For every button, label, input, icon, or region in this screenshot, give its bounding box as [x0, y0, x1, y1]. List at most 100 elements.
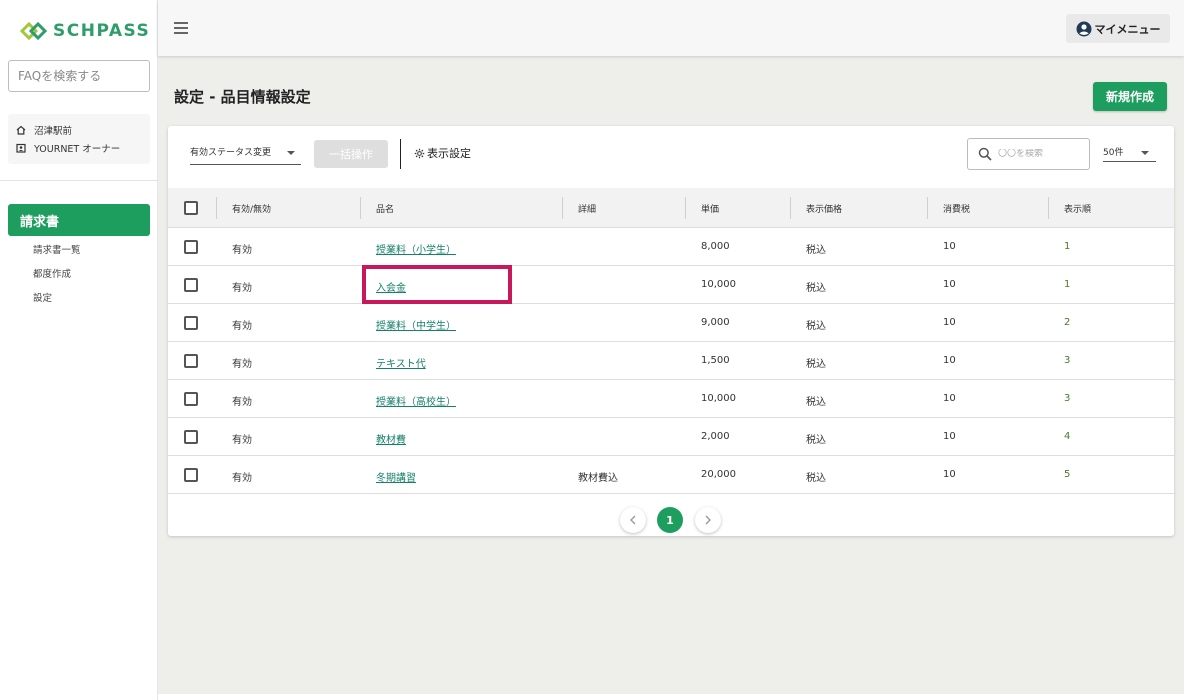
sidebar-item-invoice-list[interactable]: 請求書一覧: [33, 245, 81, 269]
display-setting-button[interactable]: 表示設定: [414, 145, 471, 161]
header-name: 品名: [376, 205, 395, 215]
cell-display-price: 税込: [806, 397, 826, 408]
cell-order: 1: [1064, 241, 1071, 252]
prev-page-button[interactable]: [620, 507, 646, 533]
sidebar: SCHPASS 沼津駅前 YOURNET オーナー 請求書 請求書一覧 都度作成…: [0, 0, 158, 700]
cell-name-link[interactable]: 教材費: [376, 431, 406, 446]
select-all-checkbox[interactable]: [184, 201, 198, 215]
table-row: 有効 授業料（中学生） 9,000 税込 10 2: [168, 304, 1174, 342]
cell-status: 有効: [232, 321, 252, 332]
row-checkbox[interactable]: [184, 278, 198, 292]
items-table: 有効/無効 品名 詳細 単価 表示価格 消費税 表示順 有効 授業料（小学生） …: [168, 188, 1174, 494]
organization-info: 沼津駅前 YOURNET オーナー: [8, 114, 150, 164]
cell-status: 有効: [232, 397, 252, 408]
cell-tax: 10: [943, 241, 956, 252]
sidebar-item-settings[interactable]: 設定: [33, 293, 81, 317]
row-checkbox[interactable]: [184, 240, 198, 254]
cell-price: 10,000: [701, 279, 736, 290]
page-size-select[interactable]: 50件: [1103, 144, 1156, 162]
column-separator: [216, 197, 217, 219]
org-school-label: 沼津駅前: [34, 126, 73, 137]
cell-display-price: 税込: [806, 321, 826, 332]
cell-price: 1,500: [701, 355, 730, 366]
header-detail: 詳細: [578, 205, 597, 215]
cell-status: 有効: [232, 359, 252, 370]
cell-price: 9,000: [701, 317, 730, 328]
cell-order: 3: [1064, 393, 1071, 404]
sidebar-item-invoice[interactable]: 請求書: [8, 204, 150, 236]
cell-display-price: 税込: [806, 473, 826, 484]
cell-name-link[interactable]: 冬期講習: [376, 469, 416, 484]
display-setting-label: 表示設定: [427, 147, 471, 160]
cell-order: 4: [1064, 431, 1071, 442]
sidebar-item-adhoc-create[interactable]: 都度作成: [33, 269, 81, 293]
items-card: 有効ステータス変更 一括操作 表示設定 50件: [168, 126, 1174, 536]
cell-status: 有効: [232, 473, 252, 484]
row-checkbox[interactable]: [184, 468, 198, 482]
cell-name-link[interactable]: 授業料（小学生）: [376, 241, 456, 256]
cell-order: 3: [1064, 355, 1071, 366]
cell-order: 1: [1064, 279, 1071, 290]
page-scrollbar[interactable]: [1184, 0, 1200, 700]
chevron-right-icon: [705, 515, 711, 525]
sidebar-sub-nav: 請求書一覧 都度作成 設定: [33, 245, 81, 317]
cell-name-link[interactable]: 入会金: [376, 279, 406, 294]
table-row: 有効 テキスト代 1,500 税込 10 3: [168, 342, 1174, 380]
cell-name-link[interactable]: 授業料（中学生）: [376, 317, 456, 332]
cell-tax: 10: [943, 393, 956, 404]
search-box[interactable]: [967, 138, 1090, 170]
cell-status: 有効: [232, 283, 252, 294]
hamburger-menu-icon[interactable]: [174, 22, 188, 34]
header-display-price: 表示価格: [806, 205, 843, 215]
row-checkbox[interactable]: [184, 354, 198, 368]
cell-detail: 教材費込: [578, 473, 618, 484]
new-create-button[interactable]: 新規作成: [1093, 82, 1167, 111]
cell-price: 8,000: [701, 241, 730, 252]
cell-tax: 10: [943, 355, 956, 366]
cell-tax: 10: [943, 431, 956, 442]
status-change-value: 有効ステータス変更: [190, 148, 272, 158]
table-row: 有効 授業料（高校生） 10,000 税込 10 3: [168, 380, 1174, 418]
cell-price: 10,000: [701, 393, 736, 404]
table-row: 有効 教材費 2,000 税込 10 4: [168, 418, 1174, 456]
row-checkbox[interactable]: [184, 316, 198, 330]
my-menu-button[interactable]: マイメニュー: [1066, 14, 1170, 43]
gear-icon: [414, 148, 425, 158]
page-1-button[interactable]: 1: [657, 507, 683, 533]
column-separator: [562, 197, 563, 219]
status-change-select[interactable]: 有効ステータス変更: [190, 143, 301, 165]
bulk-action-button[interactable]: 一括操作: [314, 140, 388, 168]
org-user-row: YOURNET オーナー: [16, 139, 142, 157]
badge-icon: [16, 143, 26, 153]
cell-tax: 10: [943, 317, 956, 328]
column-separator: [685, 197, 686, 219]
main-content: マイメニュー 設定 - 品目情報設定 新規作成 有効ステータス変更 一括操作 表…: [158, 0, 1184, 694]
cell-tax: 10: [943, 279, 956, 290]
home-icon: [16, 125, 26, 135]
cell-display-price: 税込: [806, 435, 826, 446]
cell-order: 2: [1064, 317, 1071, 328]
next-page-button[interactable]: [695, 507, 721, 533]
chevron-down-icon: [1141, 151, 1149, 155]
bottom-strip: [158, 694, 1184, 700]
org-user-label: YOURNET オーナー: [34, 144, 121, 155]
cell-name-link[interactable]: 授業料（高校生）: [376, 393, 456, 408]
cell-status: 有効: [232, 245, 252, 256]
table-row: 有効 授業料（小学生） 8,000 税込 10 1: [168, 228, 1174, 266]
column-separator: [790, 197, 791, 219]
row-checkbox[interactable]: [184, 392, 198, 406]
schpass-logo[interactable]: SCHPASS: [20, 20, 150, 42]
header-price: 単価: [701, 205, 720, 215]
row-checkbox[interactable]: [184, 430, 198, 444]
cell-display-price: 税込: [806, 283, 826, 294]
faq-search-input[interactable]: [8, 60, 150, 92]
cell-display-price: 税込: [806, 359, 826, 370]
logo-text: SCHPASS: [53, 21, 151, 41]
cell-status: 有効: [232, 435, 252, 446]
toolbar-divider: [400, 139, 401, 169]
cell-name-link[interactable]: テキスト代: [376, 355, 426, 370]
search-input[interactable]: [998, 149, 1078, 159]
header-tax: 消費税: [943, 205, 971, 215]
account-icon: [1076, 21, 1091, 36]
chevron-down-icon: [287, 151, 295, 155]
